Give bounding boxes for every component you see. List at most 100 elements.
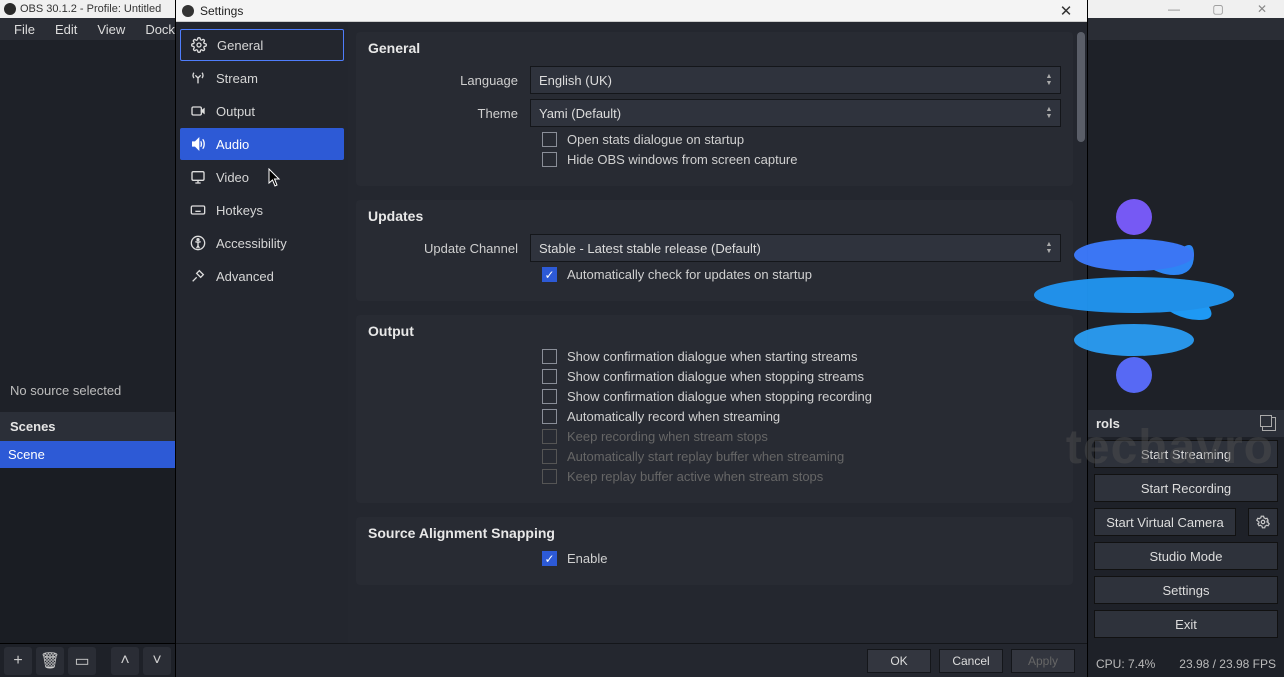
category-hotkeys[interactable]: Hotkeys [180,194,344,226]
category-label: Output [216,104,255,119]
start-virtual-camera-button[interactable]: Start Virtual Camera [1094,508,1236,536]
confirm-stop-stream-checkbox[interactable] [542,369,557,384]
confirm-start-stream-checkbox[interactable] [542,349,557,364]
obs-logo-icon [4,3,16,15]
studio-mode-button[interactable]: Studio Mode [1094,542,1278,570]
category-accessibility[interactable]: Accessibility [180,227,344,259]
language-label: Language [368,73,530,88]
section-output: Output Show confirmation dialogue when s… [356,315,1073,503]
settings-content[interactable]: General Language English (UK) ▲▼ Theme Y… [348,22,1087,643]
os-title: OBS 30.1.2 - Profile: Untitled [20,3,161,15]
menu-file[interactable]: File [4,20,45,39]
settings-titlebar[interactable]: Settings ✕ [176,0,1087,22]
section-title: Source Alignment Snapping [368,525,1061,541]
section-updates: Updates Update Channel Stable - Latest s… [356,200,1073,301]
move-down-button[interactable]: ˅ [143,647,171,675]
start-recording-button[interactable]: Start Recording [1094,474,1278,502]
settings-button[interactable]: Settings [1094,576,1278,604]
update-channel-label: Update Channel [368,241,530,256]
popout-icon[interactable] [1262,417,1276,431]
delete-scene-button[interactable]: 🗑 [36,647,64,675]
monitor-icon [190,169,206,185]
spinner-icon: ▲▼ [1042,69,1056,91]
section-title: Output [368,323,1061,339]
keep-recording-checkbox [542,429,557,444]
language-select[interactable]: English (UK) ▲▼ [530,66,1061,94]
auto-check-updates-checkbox[interactable] [542,267,557,282]
cancel-button[interactable]: Cancel [939,649,1003,673]
auto-check-updates-label: Automatically check for updates on start… [567,267,812,282]
section-general: General Language English (UK) ▲▼ Theme Y… [356,32,1073,186]
accessibility-icon [190,235,206,251]
category-general[interactable]: General [180,29,344,61]
apply-button[interactable]: Apply [1011,649,1075,673]
scenes-list[interactable]: Scene [0,441,175,643]
tools-icon [190,268,206,284]
output-icon [190,103,206,119]
spinner-icon: ▲▼ [1042,102,1056,124]
scene-item[interactable]: Scene [0,441,175,468]
maximize-button[interactable]: ▢ [1196,0,1240,18]
settings-close-button[interactable]: ✕ [1051,2,1081,20]
keep-recording-label: Keep recording when stream stops [567,429,768,444]
theme-select[interactable]: Yami (Default) ▲▼ [530,99,1061,127]
gear-icon [191,37,207,53]
category-stream[interactable]: Stream [180,62,344,94]
keyboard-icon [190,202,206,218]
no-source-label: No source selected [0,375,175,406]
menu-view[interactable]: View [87,20,135,39]
keep-replay-label: Keep replay buffer active when stream st… [567,469,823,484]
settings-category-list: General Stream Output Audio Video [176,22,348,643]
settings-title: Settings [200,4,1051,18]
category-advanced[interactable]: Advanced [180,260,344,292]
category-label: Video [216,170,249,185]
hide-obs-checkbox[interactable] [542,152,557,167]
confirm-stop-stream-label: Show confirmation dialogue when stopping… [567,369,864,384]
category-label: Advanced [216,269,274,284]
menu-edit[interactable]: Edit [45,20,87,39]
language-value: English (UK) [539,73,612,88]
scenes-header: Scenes [0,412,175,441]
antenna-icon [190,70,206,86]
snapping-enable-checkbox[interactable] [542,551,557,566]
category-label: Accessibility [216,236,287,251]
auto-record-label: Automatically record when streaming [567,409,780,424]
ok-button[interactable]: OK [867,649,931,673]
theme-label: Theme [368,106,530,121]
category-label: Stream [216,71,258,86]
confirm-stop-rec-checkbox[interactable] [542,389,557,404]
theme-value: Yami (Default) [539,106,621,121]
virtual-camera-settings-button[interactable] [1248,508,1278,536]
category-label: General [217,38,263,53]
controls-header-label: rols [1096,416,1120,431]
start-streaming-button[interactable]: Start Streaming [1094,440,1278,468]
settings-window-icon [182,5,194,17]
update-channel-value: Stable - Latest stable release (Default) [539,241,761,256]
auto-record-checkbox[interactable] [542,409,557,424]
category-video[interactable]: Video [180,161,344,193]
category-label: Audio [216,137,249,152]
scene-filters-button[interactable]: ▭ [68,647,96,675]
window-buttons: — ▢ ✕ [1152,0,1284,18]
close-window-button[interactable]: ✕ [1240,0,1284,18]
fps-status: 23.98 / 23.98 FPS [1179,657,1276,671]
scenes-toolbar: + 🗑 ▭ ˄ ˅ [0,643,175,677]
confirm-start-stream-label: Show confirmation dialogue when starting… [567,349,857,364]
update-channel-select[interactable]: Stable - Latest stable release (Default)… [530,234,1061,262]
open-stats-checkbox[interactable] [542,132,557,147]
exit-button[interactable]: Exit [1094,610,1278,638]
move-up-button[interactable]: ˄ [111,647,139,675]
add-scene-button[interactable]: + [4,647,32,675]
main-left-panel: No source selected Scenes Scene + 🗑 ▭ ˄ … [0,40,175,677]
controls-panel: rols Start Streaming Start Recording Sta… [1088,40,1284,677]
scrollbar-thumb[interactable] [1077,32,1085,142]
category-output[interactable]: Output [180,95,344,127]
category-audio[interactable]: Audio [180,128,344,160]
settings-window: Settings ✕ General Stream Output [175,0,1088,677]
minimize-button[interactable]: — [1152,0,1196,18]
controls-header: rols [1088,410,1284,437]
spinner-icon: ▲▼ [1042,237,1056,259]
settings-footer: OK Cancel Apply [176,643,1087,677]
speaker-icon [190,136,206,152]
cpu-status: CPU: 7.4% [1096,657,1155,671]
